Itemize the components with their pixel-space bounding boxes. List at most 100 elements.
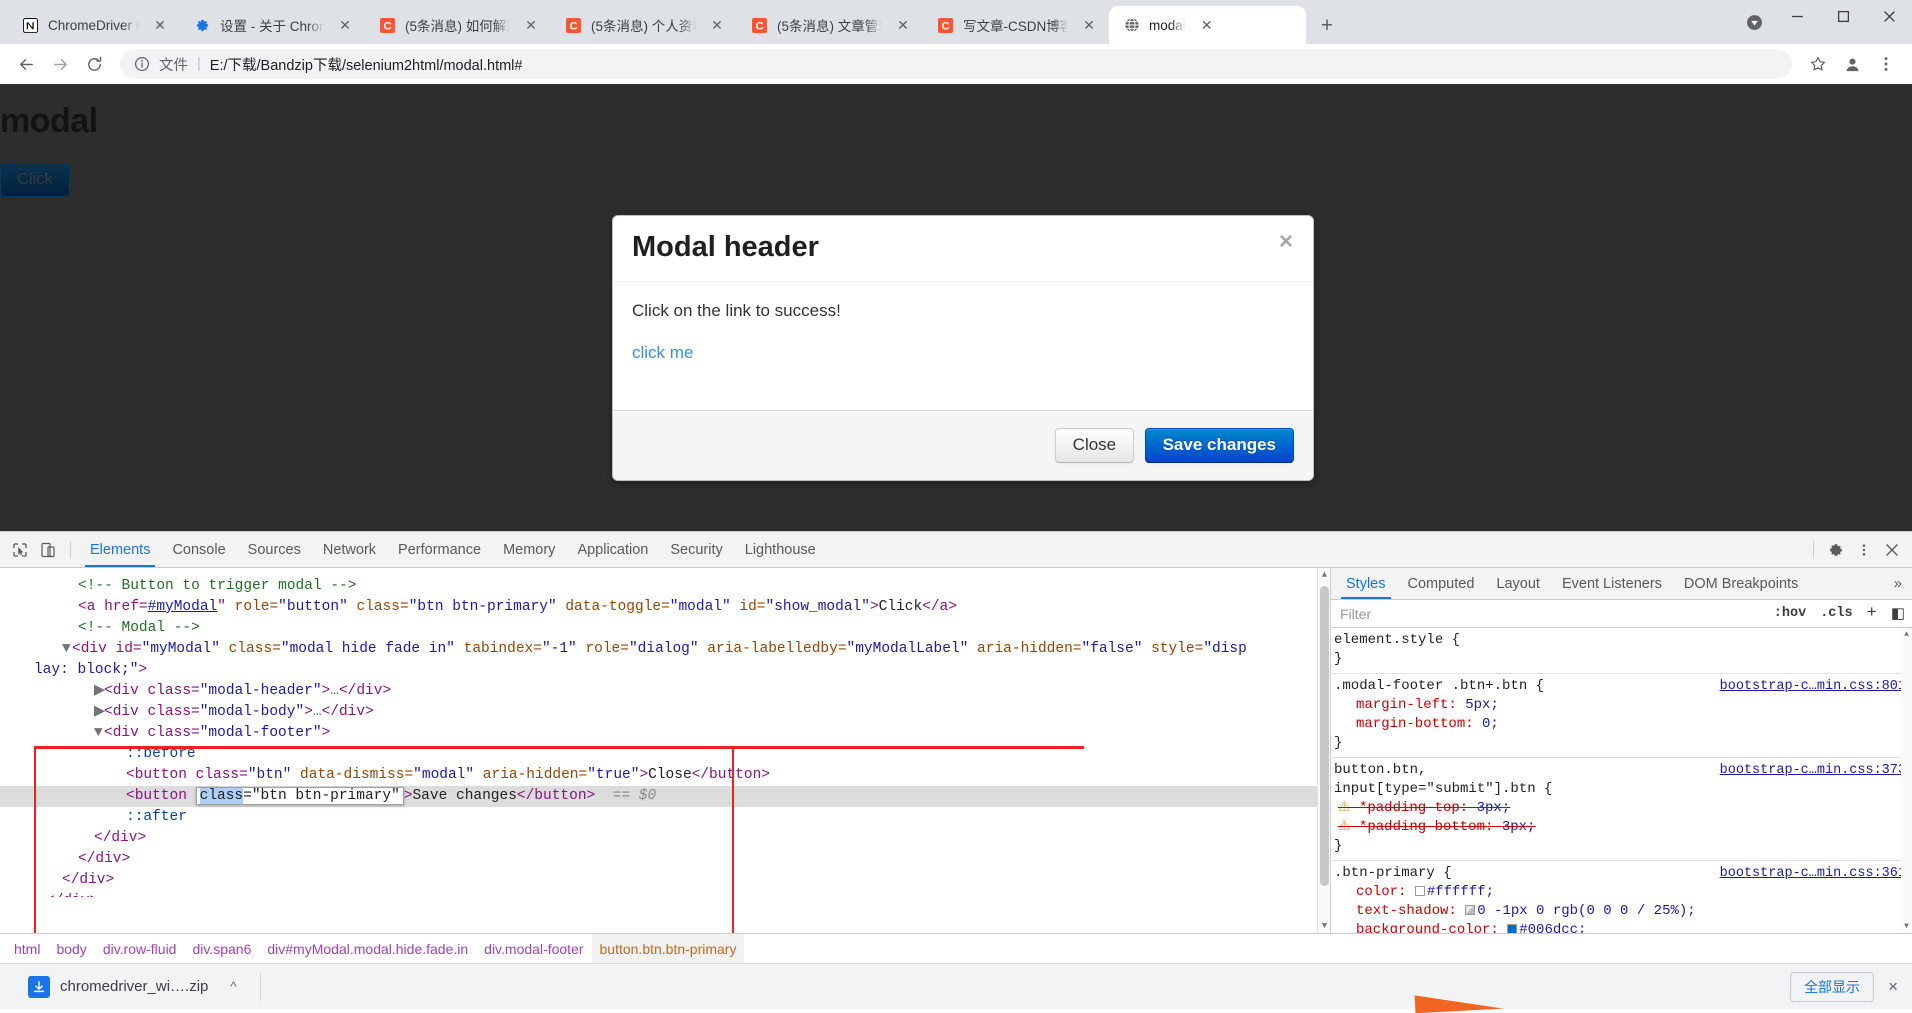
tab-close-icon[interactable]: ✕ xyxy=(1197,15,1217,35)
scroll-up-arrow-icon[interactable]: ▲ xyxy=(1901,628,1912,641)
dom-line-modal-header[interactable]: ▶<div class="modal-header">…</div> xyxy=(0,681,1330,702)
inspect-element-icon[interactable] xyxy=(6,536,34,564)
tab-close-icon[interactable]: ✕ xyxy=(707,15,727,35)
color-swatch[interactable] xyxy=(1507,924,1518,933)
styles-tab-computed[interactable]: Computed xyxy=(1397,568,1486,599)
tab-close-icon[interactable]: ✕ xyxy=(335,15,355,35)
modal-body-link[interactable]: click me xyxy=(632,343,693,362)
styles-scrollbar[interactable]: ▲ ▼ xyxy=(1901,628,1912,933)
styles-filter-input[interactable]: Filter xyxy=(1331,606,1767,622)
forward-arrow-icon[interactable] xyxy=(44,48,76,80)
rule-source-link[interactable]: bootstrap-c…min.css:361 xyxy=(1720,864,1906,883)
info-circle-icon[interactable] xyxy=(134,56,150,72)
styles-tab-layout[interactable]: Layout xyxy=(1485,568,1551,599)
show-all-downloads-button[interactable]: 全部显示 xyxy=(1790,971,1875,1002)
css-declaration[interactable]: ⚠ *padding-top: 3px; xyxy=(1334,799,1912,818)
breadcrumb-item-btn-primary[interactable]: button.btn.btn-primary xyxy=(591,934,745,963)
style-rule-btn-primary[interactable]: .btn-primary { bootstrap-c…min.css:361 c… xyxy=(1331,861,1912,933)
address-bar[interactable]: 文件 | E:/下载/Bandzip下载/selenium2html/modal… xyxy=(120,49,1792,79)
download-item[interactable]: chromedriver_wi….zip ^ xyxy=(10,975,246,998)
breadcrumb-item-mymodal[interactable]: div#myModal.modal.hide.fade.in xyxy=(259,934,476,963)
tab-close-icon[interactable]: ✕ xyxy=(893,15,913,35)
browser-tab-csdn-3[interactable]: C (5条消息) 文章管理-C ✕ xyxy=(737,6,924,44)
new-style-rule-button[interactable]: + xyxy=(1860,604,1884,623)
devtools-more-icon[interactable] xyxy=(1850,536,1878,564)
styles-tab-dom-breakpoints[interactable]: DOM Breakpoints xyxy=(1673,568,1809,599)
rule-source-link[interactable]: bootstrap-c…min.css:373 xyxy=(1720,761,1906,780)
devtools-tab-elements[interactable]: Elements xyxy=(79,532,161,567)
styles-tab-styles[interactable]: Styles xyxy=(1335,568,1397,599)
style-rule-element-style[interactable]: element.style { } xyxy=(1331,628,1912,674)
modal-close-icon[interactable]: × xyxy=(1279,230,1293,254)
dom-tree[interactable]: <!-- Button to trigger modal --> <a href… xyxy=(0,568,1330,933)
tab-close-icon[interactable]: ✕ xyxy=(1079,15,1099,35)
dom-line-save-button[interactable]: <button class="btn btn-primary" >Save cha… xyxy=(0,786,1330,807)
tab-close-icon[interactable]: ✕ xyxy=(150,15,170,35)
window-close-button[interactable] xyxy=(1866,0,1912,32)
css-declaration[interactable]: text-shadow: 0 -1px 0 rgb(0 0 0 / 25%); xyxy=(1334,902,1912,921)
dom-line-close-button[interactable]: <button class="btn" data-dismiss="modal"… xyxy=(0,765,1330,786)
bookmark-star-icon[interactable] xyxy=(1802,48,1834,80)
gear-icon[interactable] xyxy=(1822,536,1850,564)
styles-rules-list[interactable]: element.style { } .modal-footer .btn+.bt… xyxy=(1331,628,1912,933)
style-rule-modal-footer-btn[interactable]: .modal-footer .btn+.btn { bootstrap-c…mi… xyxy=(1331,674,1912,758)
device-toolbar-icon[interactable] xyxy=(34,536,62,564)
trigger-modal-button[interactable]: Click xyxy=(0,163,70,197)
breadcrumb-item-html[interactable]: html xyxy=(6,934,48,963)
styles-tabs-overflow-icon[interactable]: » xyxy=(1884,575,1912,592)
scroll-down-arrow-icon[interactable]: ▼ xyxy=(1318,919,1330,933)
devtools-tab-application[interactable]: Application xyxy=(566,532,659,567)
back-arrow-icon[interactable] xyxy=(10,48,42,80)
tab-close-icon[interactable]: ✕ xyxy=(521,15,541,35)
breadcrumb-item-row-fluid[interactable]: div.row-fluid xyxy=(95,934,185,963)
devtools-tab-sources[interactable]: Sources xyxy=(237,532,312,567)
modal-save-changes-button[interactable]: Save changes xyxy=(1144,427,1294,463)
browser-tab-chromedriver[interactable]: ChromeDriver Mirror ✕ xyxy=(8,6,181,44)
browser-menu-icon[interactable] xyxy=(1870,48,1902,80)
window-minimize-button[interactable] xyxy=(1774,0,1820,32)
new-tab-button[interactable]: + xyxy=(1312,10,1342,40)
browser-tab-csdn-4[interactable]: C 写文章-CSDN博客 ✕ xyxy=(923,6,1110,44)
devtools-tab-performance[interactable]: Performance xyxy=(387,532,492,567)
element-classes-button[interactable]: .cls xyxy=(1813,606,1859,621)
scroll-down-arrow-icon[interactable]: ▼ xyxy=(1901,920,1912,933)
devtools-close-icon[interactable] xyxy=(1878,536,1906,564)
browser-tab-csdn-1[interactable]: C (5条消息) 如何解决Di ✕ xyxy=(365,6,552,44)
browser-tab-csdn-2[interactable]: C (5条消息) 个人资料-个 ✕ xyxy=(551,6,738,44)
browser-tab-settings[interactable]: 设置 - 关于 Chrome ✕ xyxy=(180,6,366,44)
devtools-tab-console[interactable]: Console xyxy=(161,532,236,567)
breadcrumb-item-modal-footer[interactable]: div.modal-footer xyxy=(476,934,591,963)
style-rule-button-btn[interactable]: button.btn, bootstrap-c…min.css:373 inpu… xyxy=(1331,758,1912,861)
color-swatch[interactable] xyxy=(1414,886,1425,897)
dom-line-div-mymodal[interactable]: ▼<div id="myModal" class="modal hide fad… xyxy=(0,639,1330,660)
css-declaration[interactable]: color: #ffffff; xyxy=(1334,883,1912,902)
css-declaration[interactable]: ⚠ *padding-bottom: 3px; xyxy=(1334,818,1912,837)
dom-line-modal-footer[interactable]: ▼<div class="modal-footer"> xyxy=(0,723,1330,744)
reload-icon[interactable] xyxy=(78,48,110,80)
breadcrumb-item-body[interactable]: body xyxy=(48,934,94,963)
dom-tree-scrollbar[interactable]: ▲ ▼ xyxy=(1317,568,1330,933)
rule-source-link[interactable]: bootstrap-c…min.css:801 xyxy=(1720,677,1906,696)
css-declaration[interactable]: margin-bottom: 0; xyxy=(1334,715,1912,734)
css-declaration[interactable]: background-color: #006dcc; xyxy=(1334,921,1912,933)
devtools-tab-memory[interactable]: Memory xyxy=(492,532,566,567)
toggle-element-state-button[interactable]: :hov xyxy=(1767,606,1813,621)
profile-avatar-icon[interactable] xyxy=(1836,48,1868,80)
css-declaration[interactable]: margin-left: 5px; xyxy=(1334,696,1912,715)
scroll-up-arrow-icon[interactable]: ▲ xyxy=(1318,568,1330,582)
shadow-swatch[interactable] xyxy=(1465,905,1476,916)
breadcrumb-item-span6[interactable]: div.span6 xyxy=(184,934,259,963)
devtools-tab-network[interactable]: Network xyxy=(312,532,387,567)
window-maximize-button[interactable] xyxy=(1820,0,1866,32)
modal-close-button[interactable]: Close xyxy=(1054,427,1135,463)
devtools-tab-security[interactable]: Security xyxy=(659,532,733,567)
computed-sidebar-toggle-icon[interactable]: ◧ xyxy=(1884,604,1912,623)
browser-tab-modal[interactable]: modal ✕ xyxy=(1109,6,1306,44)
styles-tab-event-listeners[interactable]: Event Listeners xyxy=(1551,568,1673,599)
download-shelf-close-icon[interactable]: × xyxy=(1888,977,1902,997)
profile-badge-icon[interactable] xyxy=(1734,0,1774,44)
devtools-tab-lighthouse[interactable]: Lighthouse xyxy=(734,532,827,567)
dom-line-anchor[interactable]: <a href=#myModal" role="button" class="b… xyxy=(0,597,1330,618)
scrollbar-thumb[interactable] xyxy=(1320,586,1329,886)
attr-edit-name[interactable]: class xyxy=(199,788,244,804)
